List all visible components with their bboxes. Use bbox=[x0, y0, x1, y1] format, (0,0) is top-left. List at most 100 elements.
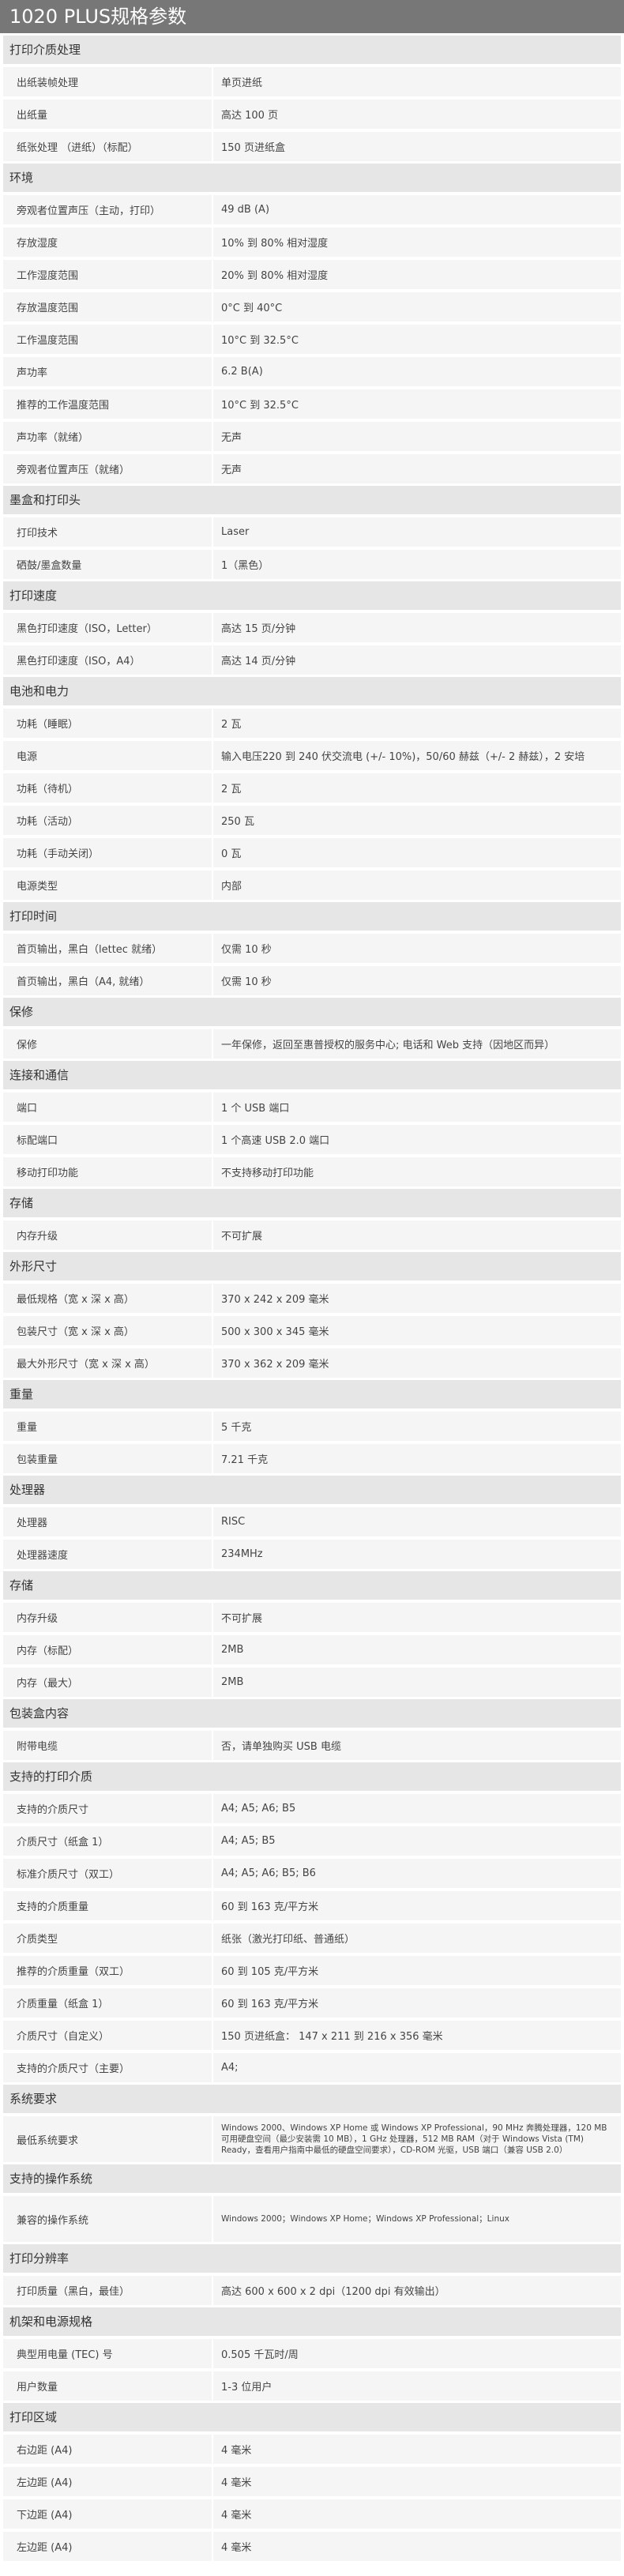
spec-label: 黑色打印速度（ISO，A4） bbox=[3, 645, 213, 675]
spec-value: 2MB bbox=[221, 1644, 244, 1656]
section-header: 重量 bbox=[3, 1380, 621, 1408]
spec-row: 内存（标配） 2MB bbox=[3, 1635, 621, 1664]
spec-row: 介质重量（纸盒 1） 60 到 163 克/平方米 bbox=[3, 1988, 621, 2018]
spec-value: 370 x 362 x 209 毫米 bbox=[221, 1359, 329, 1371]
spec-label: 最大外形尺寸（宽 x 深 x 高） bbox=[3, 1348, 213, 1378]
spec-value: 无声 bbox=[221, 432, 242, 444]
spec-row: 右边距 (A4) 4 毫米 bbox=[3, 2435, 621, 2464]
spec-row: 电源 输入电压220 到 240 伏交流电 (+/- 10%)，50/60 赫兹（… bbox=[3, 741, 621, 770]
spec-value: 纸张（激光打印纸、普通纸） bbox=[221, 1934, 355, 1946]
spec-value: 不可扩展 bbox=[221, 1231, 263, 1243]
page-title: 1020 PLUS规格参数 bbox=[0, 0, 624, 33]
spec-sections: 打印介质处理 出纸装帧处理 单页进纸 出纸量 高达 100 页纸张处理 （进纸）（标配）… bbox=[0, 36, 624, 2561]
spec-row: 旁观者位置声压（就绪） 无声 bbox=[3, 454, 621, 483]
spec-row: 出纸量 高达 100 页 bbox=[3, 100, 621, 129]
spec-label: 附带电缆 bbox=[3, 1731, 213, 1760]
spec-row: 首页输出，黑白（lettec 就绪） 仅需 10 秒 bbox=[3, 934, 621, 963]
spec-label: 出纸装帧处理 bbox=[3, 67, 213, 96]
spec-row: 最低系统要求 Windows 2000、Windows XP Home 或 Win… bbox=[3, 2116, 621, 2162]
spec-value: 250 瓦 bbox=[221, 816, 254, 828]
spec-label: 标准介质尺寸（双工） bbox=[3, 1859, 213, 1888]
section-header: 保修 bbox=[3, 998, 621, 1026]
spec-value: 6.2 B(A) bbox=[221, 366, 263, 378]
spec-row: 介质尺寸（自定义） 150 页进纸盒： 147 x 211 到 216 x 356… bbox=[3, 2021, 621, 2050]
spec-row: 内存（最大） 2MB bbox=[3, 1668, 621, 1697]
spec-row: 内存升级 不可扩展 bbox=[3, 1603, 621, 1632]
spec-row: 推荐的介质重量（双工） 60 到 105 克/平方米 bbox=[3, 1956, 621, 1985]
spec-row: 功耗（待机） 2 瓦 bbox=[3, 773, 621, 803]
spec-label: 工作湿度范围 bbox=[3, 260, 213, 289]
spec-row: 标准介质尺寸（双工） A4; A5; A6; B5; B6 bbox=[3, 1859, 621, 1888]
spec-value: 0°C 到 40°C bbox=[221, 303, 283, 314]
spec-row: 出纸装帧处理 单页进纸 bbox=[3, 67, 621, 96]
spec-label: 处理器速度 bbox=[3, 1540, 213, 1569]
spec-value: 不可扩展 bbox=[221, 1613, 263, 1625]
spec-label: 存放温度范围 bbox=[3, 292, 213, 322]
spec-label: 旁观者位置声压（主动，打印） bbox=[3, 195, 213, 224]
spec-label: 内存（标配） bbox=[3, 1635, 213, 1664]
spec-value: 1（黑色） bbox=[221, 560, 269, 572]
spec-row: 介质类型 纸张（激光打印纸、普通纸） bbox=[3, 1924, 621, 1953]
section-header: 墨盒和打印头 bbox=[3, 486, 621, 514]
section-header: 包装盒内容 bbox=[3, 1699, 621, 1728]
spec-label: 功耗（睡眠） bbox=[3, 709, 213, 738]
spec-row: 存放温度范围 0°C 到 40°C bbox=[3, 292, 621, 322]
spec-row: 功耗（手动关闭） 0 瓦 bbox=[3, 838, 621, 867]
spec-label: 支持的介质尺寸 bbox=[3, 1794, 213, 1823]
spec-label: 功耗（活动） bbox=[3, 806, 213, 835]
spec-row: 最大外形尺寸（宽 x 深 x 高） 370 x 362 x 209 毫米 bbox=[3, 1348, 621, 1378]
spec-row: 打印质量（黑白，最佳） 高达 600 x 600 x 2 dpi（1200 dpi… bbox=[3, 2276, 621, 2305]
spec-label: 电源类型 bbox=[3, 871, 213, 900]
spec-row: 工作湿度范围 20% 到 80% 相对湿度 bbox=[3, 260, 621, 289]
spec-label: 纸张处理 （进纸）（标配） bbox=[3, 132, 213, 161]
spec-label: 旁观者位置声压（就绪） bbox=[3, 454, 213, 483]
spec-label: 推荐的介质重量（双工） bbox=[3, 1956, 213, 1985]
spec-label: 介质重量（纸盒 1） bbox=[3, 1988, 213, 2018]
section-header: 电池和电力 bbox=[3, 677, 621, 705]
spec-value: 4 毫米 bbox=[221, 2510, 252, 2521]
spec-row: 包装尺寸（宽 x 深 x 高） 500 x 300 x 345 毫米 bbox=[3, 1316, 621, 1345]
spec-row: 支持的介质尺寸 A4; A5; A6; B5 bbox=[3, 1794, 621, 1823]
spec-label: 硒鼓/墨盒数量 bbox=[3, 550, 213, 579]
spec-row: 下边距 (A4) 4 毫米 bbox=[3, 2499, 621, 2529]
spec-value: Windows 2000；Windows XP Home；Windows XP … bbox=[221, 2214, 509, 2224]
spec-label: 声功率（就绪） bbox=[3, 422, 213, 451]
spec-label: 打印质量（黑白，最佳） bbox=[3, 2276, 213, 2305]
spec-label: 兼容的操作系统 bbox=[3, 2196, 213, 2242]
spec-label: 声功率 bbox=[3, 357, 213, 386]
spec-value: RISC bbox=[221, 1516, 246, 1528]
spec-value: 10% 到 80% 相对湿度 bbox=[221, 238, 329, 250]
spec-row: 纸张处理 （进纸）（标配） 150 页进纸盒 bbox=[3, 132, 621, 161]
section-header: 打印分辨率 bbox=[3, 2244, 621, 2273]
spec-label: 介质尺寸（纸盒 1） bbox=[3, 1826, 213, 1856]
spec-label: 首页输出，黑白（A4, 就绪） bbox=[3, 966, 213, 995]
spec-label: 左边距 (A4) bbox=[3, 2467, 213, 2496]
spec-row: 兼容的操作系统 Windows 2000；Windows XP Home；Wind… bbox=[3, 2196, 621, 2242]
spec-label: 标配端口 bbox=[3, 1125, 213, 1154]
spec-row: 处理器 RISC bbox=[3, 1507, 621, 1536]
spec-label: 内存升级 bbox=[3, 1220, 213, 1250]
spec-value: 234MHz bbox=[221, 1548, 263, 1560]
spec-row: 黑色打印速度（ISO，Letter） 高达 15 页/分钟 bbox=[3, 613, 621, 642]
spec-label: 最低系统要求 bbox=[3, 2116, 213, 2162]
spec-row: 工作温度范围 10°C 到 32.5°C bbox=[3, 325, 621, 354]
spec-value: 370 x 242 x 209 毫米 bbox=[221, 1294, 329, 1306]
spec-label: 首页输出，黑白（lettec 就绪） bbox=[3, 934, 213, 963]
spec-label: 功耗（手动关闭） bbox=[3, 838, 213, 867]
spec-value: A4; A5; B5 bbox=[221, 1835, 276, 1847]
spec-label: 打印技术 bbox=[3, 517, 213, 547]
spec-row: 标配端口 1 个高速 USB 2.0 端口 bbox=[3, 1125, 621, 1154]
spec-row: 旁观者位置声压（主动，打印） 49 dB (A) bbox=[3, 195, 621, 224]
spec-label: 出纸量 bbox=[3, 100, 213, 129]
section-header: 支持的打印介质 bbox=[3, 1762, 621, 1791]
spec-label: 端口 bbox=[3, 1092, 213, 1122]
spec-value: A4; A5; A6; B5 bbox=[221, 1803, 296, 1814]
section-header: 系统要求 bbox=[3, 2085, 621, 2113]
spec-label: 典型用电量 (TEC) 号 bbox=[3, 2339, 213, 2368]
spec-value: A4; A5; A6; B5; B6 bbox=[221, 1867, 316, 1879]
spec-row: 功耗（活动） 250 瓦 bbox=[3, 806, 621, 835]
spec-value: 20% 到 80% 相对湿度 bbox=[221, 270, 329, 282]
section-header: 打印时间 bbox=[3, 902, 621, 931]
spec-value: 60 到 105 克/平方米 bbox=[221, 1966, 319, 1978]
spec-value: 4 毫米 bbox=[221, 2477, 252, 2489]
